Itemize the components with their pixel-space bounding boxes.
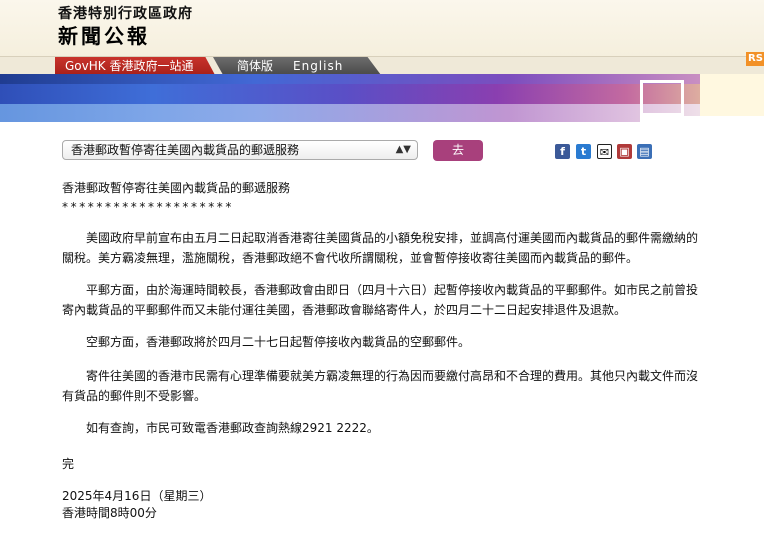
language-links: 简体版 English bbox=[213, 57, 381, 75]
end-mark: 完 bbox=[62, 457, 75, 471]
print-icon[interactable]: ▣ bbox=[617, 144, 632, 159]
twitter-icon[interactable]: t bbox=[576, 144, 591, 159]
article-select-value: 香港郵政暫停寄往美國內載貨品的郵遞服務 bbox=[71, 143, 300, 157]
banner-frame-graphic bbox=[640, 80, 684, 116]
paragraph: 如有查詢，市民可致電香港郵政查詢熱線2921 2222。 bbox=[86, 421, 379, 435]
paragraph: 平郵方面，由於海運時間較長，香港郵政會由即日（四月十六日）起暫停接收內載貨品的平… bbox=[62, 283, 699, 317]
article-select[interactable]: 香港郵政暫停寄往美國內載貨品的郵遞服務 ▲▼ bbox=[62, 140, 418, 160]
select-arrows-icon: ▲▼ bbox=[395, 144, 411, 155]
paragraph: 美國政府早前宣布由五月二日起取消香港寄往美國貨品的小額免稅安排，並調高付運美國而… bbox=[62, 231, 699, 265]
header-banner bbox=[0, 74, 764, 122]
govhk-link[interactable]: GovHK 香港政府一站通 bbox=[55, 57, 215, 75]
paragraph: 空郵方面，香港郵政將於四月二十七日起暫停接收內載貨品的空郵郵件。 bbox=[86, 335, 471, 349]
release-time: 香港時間8時00分 bbox=[62, 506, 157, 520]
english-link[interactable]: English bbox=[293, 57, 343, 75]
facebook-icon[interactable]: f bbox=[555, 144, 570, 159]
rss-link[interactable]: RS bbox=[746, 52, 764, 66]
page-header: 香港特別行政區政府 新聞公報 bbox=[0, 0, 764, 56]
top-navbar: GovHK 香港政府一站通 简体版 English bbox=[0, 56, 764, 75]
go-button[interactable]: 去 bbox=[433, 140, 483, 161]
email-icon[interactable]: ✉ bbox=[597, 144, 612, 159]
title-separator: ******************** bbox=[62, 200, 234, 214]
article-title: 香港郵政暫停寄往美國內載貨品的郵遞服務 bbox=[62, 181, 291, 195]
section-title: 新聞公報 bbox=[58, 24, 150, 48]
simplified-chinese-link[interactable]: 简体版 bbox=[237, 57, 273, 75]
bookmark-icon[interactable]: ▤ bbox=[637, 144, 652, 159]
paragraph: 寄件往美國的香港市民需有心理準備要就美方霸凌無理的行為因而要繳付高昂和不合理的費… bbox=[62, 369, 699, 403]
